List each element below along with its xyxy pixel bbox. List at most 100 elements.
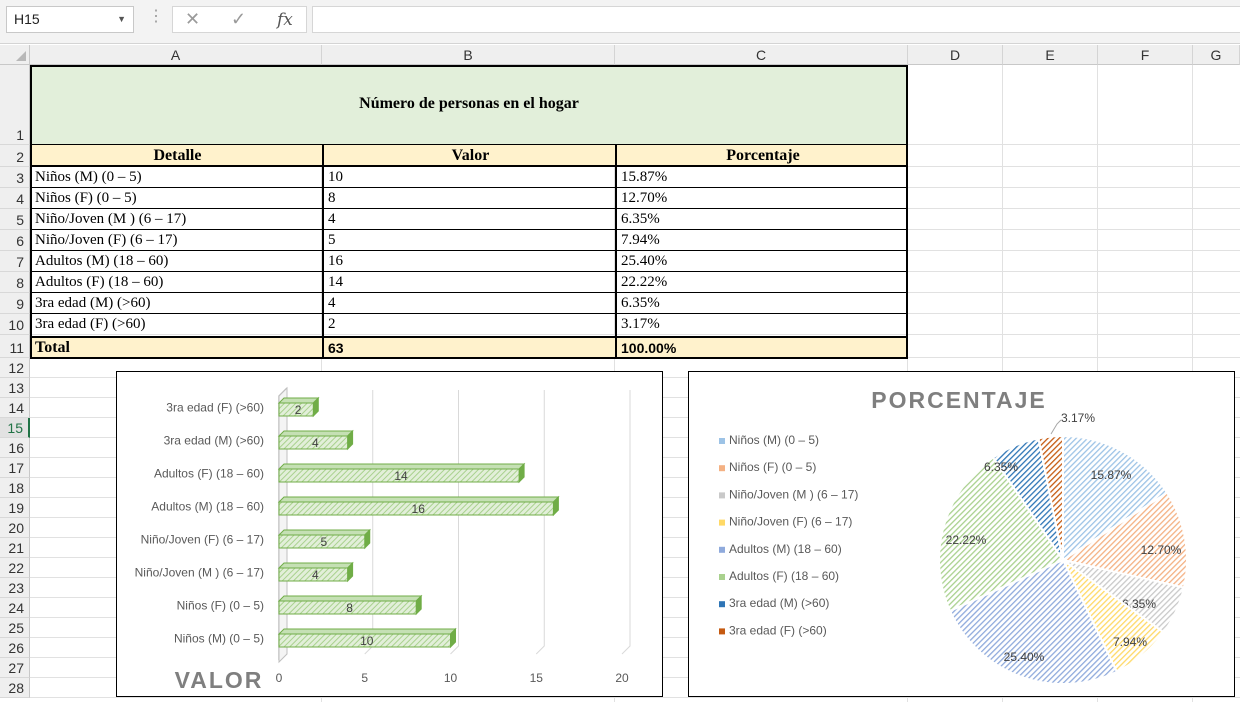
more-vertical-icon[interactable]: ⋮ xyxy=(148,9,164,25)
cell-porcentaje[interactable]: 6.35% xyxy=(618,293,906,313)
chevron-down-icon[interactable]: ▼ xyxy=(117,7,126,32)
bar-value-label: 4 xyxy=(312,568,319,582)
total-value[interactable]: 63 xyxy=(325,338,615,358)
column-header-e[interactable]: E xyxy=(1003,45,1098,65)
cell-porcentaje[interactable]: 3.17% xyxy=(618,314,906,334)
table-title[interactable]: Número de personas en el hogar xyxy=(30,65,908,145)
total-percent[interactable]: 100.00% xyxy=(618,338,908,358)
header-detalle[interactable]: Detalle xyxy=(32,145,323,165)
insert-function-icon[interactable]: fx xyxy=(277,10,293,30)
gridline xyxy=(450,390,459,655)
cell-porcentaje[interactable]: 15.87% xyxy=(618,167,906,187)
row-header-23[interactable]: 23 xyxy=(0,578,30,598)
column-header-b[interactable]: B xyxy=(322,45,615,65)
pie-chart[interactable]: PORCENTAJE 15.87% 12.70% 6.35% 7.94% 25.40% 22… xyxy=(688,371,1235,697)
header-valor[interactable]: Valor xyxy=(325,145,616,165)
row-header-8[interactable]: 8 xyxy=(0,272,30,293)
row-header-12[interactable]: 12 xyxy=(0,358,30,378)
gridline xyxy=(535,390,545,655)
cell-porcentaje[interactable]: 6.35% xyxy=(618,209,906,229)
row-header-26[interactable]: 26 xyxy=(0,638,30,658)
row-header-2[interactable]: 2 xyxy=(0,145,30,167)
row-header-15[interactable]: 15 xyxy=(0,418,30,438)
bar-value-label: 2 xyxy=(295,403,302,417)
cell-valor[interactable]: 2 xyxy=(325,314,613,334)
total-label[interactable]: Total xyxy=(32,338,322,358)
column-header-c[interactable]: C xyxy=(615,45,908,65)
row-header-22[interactable]: 22 xyxy=(0,558,30,578)
row-header-19[interactable]: 19 xyxy=(0,498,30,518)
row-header-25[interactable]: 25 xyxy=(0,618,30,638)
cell-detalle[interactable]: Niño/Joven (F) (6 – 17) xyxy=(32,230,320,250)
table-header-row: Detalle Valor Porcentaje xyxy=(30,145,908,167)
row-header-6[interactable]: 6 xyxy=(0,230,30,251)
pie-chart-title: PORCENTAJE xyxy=(871,387,1047,413)
cell-detalle[interactable]: Niños (F) (0 – 5) xyxy=(32,188,320,208)
row-header-18[interactable]: 18 xyxy=(0,478,30,498)
formula-buttons: ✕ ✓ fx xyxy=(172,6,307,33)
row-header-3[interactable]: 3 xyxy=(0,167,30,188)
y-category-label: Adultos (M) (18 – 60) xyxy=(151,500,264,514)
row-header-24[interactable]: 24 xyxy=(0,598,30,618)
header-porcentaje[interactable]: Porcentaje xyxy=(618,145,908,165)
row-header-4[interactable]: 4 xyxy=(0,188,30,209)
row-header-27[interactable]: 27 xyxy=(0,658,30,678)
row-header-13[interactable]: 13 xyxy=(0,378,30,398)
row-header-1[interactable]: 1 xyxy=(0,65,30,145)
pie-chart-canvas: PORCENTAJE 15.87% 12.70% 6.35% 7.94% 25.40% 22… xyxy=(719,387,1188,685)
y-category-label: Adultos (F) (18 – 60) xyxy=(154,467,264,481)
x-tick-label: 5 xyxy=(361,671,368,685)
cell-detalle[interactable]: 3ra edad (F) (>60) xyxy=(32,314,320,334)
enter-icon[interactable]: ✓ xyxy=(231,9,246,30)
table-body: Niños (M) (0 – 5) 10 15.87% Niños (F) (0 – … xyxy=(30,167,908,336)
cancel-icon[interactable]: ✕ xyxy=(185,9,200,30)
row-header-5[interactable]: 5 xyxy=(0,209,30,230)
cell-detalle[interactable]: Adultos (M) (18 – 60) xyxy=(32,251,320,271)
cell-detalle[interactable]: 3ra edad (M) (>60) xyxy=(32,293,320,313)
cell-porcentaje[interactable]: 12.70% xyxy=(618,188,906,208)
cell-porcentaje[interactable]: 7.94% xyxy=(618,230,906,250)
legend-swatch xyxy=(719,546,725,553)
cell-valor[interactable]: 10 xyxy=(325,167,613,187)
column-header-g[interactable]: G xyxy=(1193,45,1240,65)
x-tick-label: 0 xyxy=(276,671,283,685)
y-category-label: Niños (M) (0 – 5) xyxy=(174,632,264,646)
row-header-21[interactable]: 21 xyxy=(0,538,30,558)
y-category-label: Niño/Joven (M ) (6 – 17) xyxy=(135,566,264,580)
column-header-a[interactable]: A xyxy=(30,45,322,65)
name-box-value: H15 xyxy=(14,11,40,27)
row-header-7[interactable]: 7 xyxy=(0,251,30,272)
row-header-11[interactable]: 11 xyxy=(0,335,30,358)
name-box[interactable]: H15 ▼ xyxy=(6,6,134,33)
cell-detalle[interactable]: Adultos (F) (18 – 60) xyxy=(32,272,320,292)
cell-valor[interactable]: 5 xyxy=(325,230,613,250)
bar-value-label: 16 xyxy=(412,502,426,516)
row-header-16[interactable]: 16 xyxy=(0,438,30,458)
cell-porcentaje[interactable]: 22.22% xyxy=(618,272,906,292)
cell-valor[interactable]: 8 xyxy=(325,188,613,208)
column-header-d[interactable]: D xyxy=(908,45,1003,65)
x-tick-label: 20 xyxy=(615,671,629,685)
cell-valor[interactable]: 4 xyxy=(325,293,613,313)
column-header-f[interactable]: F xyxy=(1098,45,1193,65)
select-all-corner[interactable] xyxy=(0,45,30,65)
legend-entry: 3ra edad (F) (>60) xyxy=(729,623,827,637)
formula-input[interactable] xyxy=(312,6,1240,33)
cell-porcentaje[interactable]: 25.40% xyxy=(618,251,906,271)
row-header-10[interactable]: 10 xyxy=(0,314,30,335)
row-header-28[interactable]: 28 xyxy=(0,678,30,698)
cell-valor[interactable]: 14 xyxy=(325,272,613,292)
bar-value-label: 8 xyxy=(346,601,353,615)
cell-detalle[interactable]: Niño/Joven (M ) (6 – 17) xyxy=(32,209,320,229)
cell-valor[interactable]: 4 xyxy=(325,209,613,229)
row-header-9[interactable]: 9 xyxy=(0,293,30,314)
row-header-20[interactable]: 20 xyxy=(0,518,30,538)
legend-swatch xyxy=(719,465,725,472)
row-header-17[interactable]: 17 xyxy=(0,458,30,478)
bar-chart[interactable]: 0 5 10 15 20 10 Niños (M) (0 – 5) 8 Niños (F) (0… xyxy=(116,371,663,697)
cell-detalle[interactable]: Niños (M) (0 – 5) xyxy=(32,167,320,187)
pie-value-label: 6.35% xyxy=(984,460,1018,474)
cell-valor[interactable]: 16 xyxy=(325,251,613,271)
bar-value-label: 14 xyxy=(394,469,408,483)
row-header-14[interactable]: 14 xyxy=(0,398,30,418)
